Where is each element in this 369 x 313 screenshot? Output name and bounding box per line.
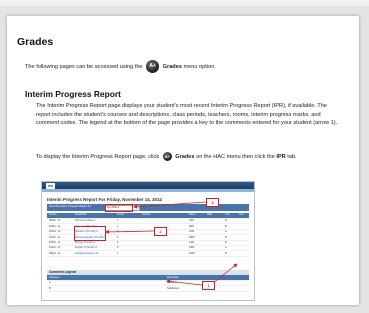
callout-2: 2 xyxy=(154,227,167,236)
top-edge xyxy=(0,0,369,6)
display-after: tab. xyxy=(287,153,297,160)
display-tab: IPR xyxy=(276,153,286,160)
section-title: Interim Progress Report xyxy=(25,89,121,99)
intro-strong: Grades xyxy=(162,63,182,70)
display-mid: on the HAC menu then click the xyxy=(196,153,275,160)
intro-paragraph: The following pages can be accessed usin… xyxy=(25,60,216,73)
callout-1: 1 xyxy=(202,281,215,290)
intro-text: The following pages can be accessed usin… xyxy=(25,63,143,70)
embedded-screenshot: IPR Interim Progress Report For Friday, … xyxy=(41,181,255,301)
section-body: The Interim Progress Report page display… xyxy=(36,103,338,127)
arrow-3 xyxy=(133,201,207,209)
arrow-2 xyxy=(105,229,155,234)
page-heading: Grades xyxy=(17,36,54,48)
arrow-1a xyxy=(211,263,238,285)
display-before: To display the Interim Progress Report p… xyxy=(36,153,160,160)
callout-3: 3 xyxy=(206,198,219,207)
intro-after: menu option. xyxy=(183,63,216,70)
display-strong: Grades xyxy=(175,153,195,160)
document-page: Grades The following pages can be access… xyxy=(7,16,359,305)
arrow-1b xyxy=(166,279,203,286)
display-instructions: To display the Interim Progress Report p… xyxy=(36,152,341,162)
callout-arrows xyxy=(105,201,238,286)
grades-icon: A+ xyxy=(162,152,172,161)
grades-icon: A+ xyxy=(146,60,160,73)
